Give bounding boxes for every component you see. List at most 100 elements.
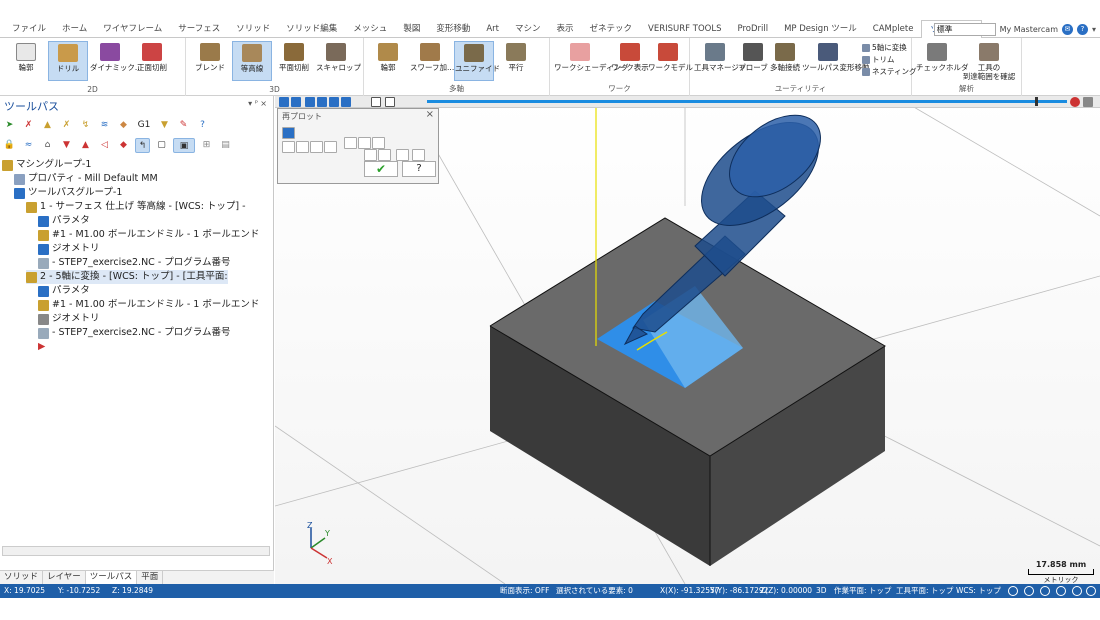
z-value[interactable]: Z(Z): 0.00000 [760, 584, 812, 598]
check-holder-button[interactable]: チェックホルダ [916, 41, 969, 81]
wcs-icon[interactable]: ⊞ [199, 138, 214, 153]
display-entity-icon[interactable] [324, 141, 337, 153]
record-icon[interactable] [1070, 97, 1080, 107]
edit-icon[interactable]: ✎ [176, 118, 191, 133]
tree-options-icon[interactable]: ▤ [218, 138, 233, 153]
trace-icon[interactable] [371, 97, 381, 107]
waterline-button[interactable]: 等高線 [232, 41, 272, 81]
tree-node-10[interactable]: #1 - M1.00 ボールエンドミル - 1 ボールエンド [38, 298, 259, 312]
regenerate-dirty-icon[interactable]: ✗ [59, 118, 74, 133]
mode-3d[interactable]: 3D [816, 584, 827, 598]
display-tool-icon[interactable] [282, 141, 295, 153]
tab-11[interactable]: 表示 [549, 20, 582, 38]
chat-icon[interactable]: ✉ [1061, 23, 1073, 35]
display-rapid-icon[interactable] [310, 141, 323, 153]
dynamic-button[interactable]: ダイナミック... [90, 41, 142, 81]
multi-linking-button[interactable]: 多軸接続 [770, 41, 800, 81]
wcs-status[interactable]: WCS: トップ [956, 584, 1001, 598]
backplot-progress-slider[interactable] [427, 97, 1067, 106]
drill-button[interactable]: ドリル [48, 41, 88, 81]
save-icon[interactable] [412, 149, 425, 161]
toolpath-transform-button[interactable]: ツールパス変形移動 [802, 41, 870, 81]
insert-arrow-icon[interactable]: ▶ [38, 340, 45, 354]
probe-button[interactable]: プローブ [738, 41, 768, 81]
scallop-button[interactable]: スキャロップ [316, 41, 361, 81]
manager-tab-1[interactable]: レイヤー [43, 571, 86, 584]
select-failed-icon[interactable]: ✗ [21, 118, 36, 133]
blend-button[interactable]: ブレンド [190, 41, 230, 81]
style-select[interactable]: 標準 [933, 22, 996, 36]
post-icon[interactable]: ▼ [157, 118, 172, 133]
tree-node-11[interactable]: ジオメトリ [38, 312, 100, 326]
simulate-icon[interactable]: ◆ [116, 118, 131, 133]
flat-button[interactable]: 平面切削 [274, 41, 314, 81]
tab-3[interactable]: サーフェス [170, 20, 228, 38]
tab-2[interactable]: ワイヤフレーム [95, 20, 170, 38]
fast-forward-icon[interactable] [341, 97, 351, 107]
manager-tab-0[interactable]: ソリッド [0, 571, 44, 584]
show-color-icon[interactable] [358, 137, 371, 149]
panel-controls[interactable]: ▾ ᴾ × [248, 99, 267, 108]
tab-7[interactable]: 製図 [395, 20, 428, 38]
tree-node-2[interactable]: ツールパスグループ-1 [14, 186, 122, 200]
close-icon[interactable]: × [426, 109, 434, 120]
display-holder-icon[interactable] [296, 141, 309, 153]
show-axis-icon[interactable] [344, 137, 357, 149]
help-button[interactable]: ? [402, 161, 436, 177]
tree-node-4[interactable]: パラメタ [38, 214, 90, 228]
tab-1[interactable]: ホーム [54, 20, 95, 38]
tab-8[interactable]: 変形移動 [428, 20, 478, 38]
tab-13[interactable]: VERISURF TOOLS [640, 20, 729, 38]
tab-10[interactable]: マシン [507, 20, 549, 38]
tree-node-5[interactable]: #1 - M1.00 ボールエンドミル - 1 ボールエンド [38, 228, 259, 242]
user-label[interactable]: My Mastercam [1000, 25, 1058, 34]
view-globe-icon-1[interactable] [1008, 586, 1018, 596]
view-globe-icon-3[interactable] [1040, 586, 1050, 596]
regenerate-icon[interactable]: ▲ [40, 118, 55, 133]
view-globe-icon-5[interactable] [1072, 586, 1082, 596]
tab-16[interactable]: CAMplete [865, 20, 922, 38]
tplane-status[interactable]: 工具平面: トップ [896, 584, 953, 598]
tab-15[interactable]: MP Design ツール [776, 20, 865, 38]
tab-6[interactable]: メッシュ [345, 20, 395, 38]
convert-5axis-button[interactable]: 5軸に変換 [862, 42, 907, 53]
toolpath-display-icon[interactable] [385, 97, 395, 107]
show-selected-icon[interactable]: ↰ [135, 137, 150, 153]
tab-4[interactable]: ソリッド [228, 20, 278, 38]
playback-settings-icon[interactable] [1083, 97, 1093, 107]
view-globe-icon-2[interactable] [1024, 586, 1034, 596]
manager-tab-3[interactable]: 平面 [137, 571, 164, 584]
ok-button[interactable]: ✔ [364, 161, 398, 177]
check-reach-button[interactable]: 工具の 到達範囲を確認 [960, 41, 1018, 81]
step-back-icon[interactable] [317, 97, 327, 107]
tree-node-3[interactable]: 1 - サーフェス 仕上げ 等高線 - [WCS: トップ] - [26, 200, 246, 214]
toggle-display-icon[interactable]: ≈ [21, 138, 36, 153]
stock-display-button[interactable]: ワーク表示 [610, 41, 650, 81]
tab-0[interactable]: ファイル [4, 20, 54, 38]
tree-node-0[interactable]: マシングループ-1 [2, 158, 91, 172]
save-geometry-icon[interactable] [364, 149, 377, 161]
nesting-button[interactable]: ネスティング [862, 66, 917, 77]
help-panel-icon[interactable]: ? [195, 118, 210, 133]
tool-manager-button[interactable]: 工具マネージャ [694, 41, 746, 81]
expand-dialog-icon[interactable] [282, 127, 295, 139]
backplot-icon[interactable]: ↯ [78, 118, 93, 133]
view-globe-icon-6[interactable] [1086, 586, 1096, 596]
tab-5[interactable]: ソリッド編集 [278, 20, 345, 38]
tree-horizontal-scrollbar[interactable] [2, 546, 270, 556]
view-options-icon[interactable]: ▣ [173, 137, 195, 153]
trace-mode-icon[interactable] [378, 149, 391, 161]
section-view-status[interactable]: 断面表示: OFF [500, 584, 549, 598]
screenshot-icon[interactable] [396, 149, 409, 161]
swarf-button[interactable]: スワーフ加... [410, 41, 454, 81]
progress-knob[interactable] [1035, 97, 1038, 106]
play-icon[interactable] [279, 97, 289, 107]
tree-node-12[interactable]: - STEP7_exercise2.NC - プログラム番号 [38, 326, 231, 340]
cplane-status[interactable]: 作業平面: トップ [834, 584, 891, 598]
contour-button[interactable]: 輪郭 [6, 41, 46, 81]
parallel-button[interactable]: 平行 [496, 41, 536, 81]
stock-shading-button[interactable]: ワークシェーディング [554, 41, 628, 81]
unified-button[interactable]: ユニファイド [454, 41, 500, 81]
stock-model-button[interactable]: ワークモデル [648, 41, 693, 81]
rewind-icon[interactable] [305, 97, 315, 107]
